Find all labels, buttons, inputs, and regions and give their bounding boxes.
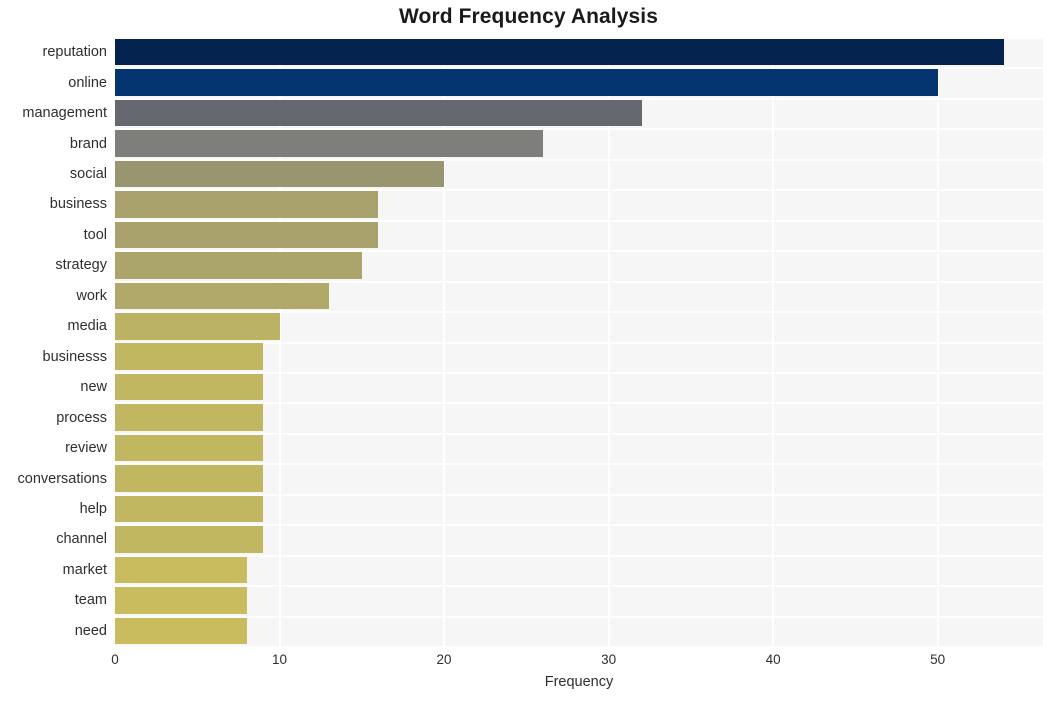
y-axis-tick-label: business — [49, 196, 107, 213]
x-axis-tick-label: 30 — [601, 652, 617, 667]
y-axis-tick-label: tool — [83, 226, 107, 243]
y-axis-tick-label: work — [76, 287, 107, 304]
y-axis-tick-labels: reputation online management brand social bus… — [0, 0, 1057, 701]
y-axis-tick-label: help — [79, 500, 107, 517]
y-axis-tick-label: new — [80, 379, 107, 396]
y-axis-tick-label: strategy — [55, 257, 107, 274]
y-axis-tick-label: process — [56, 409, 107, 426]
y-axis-tick-label: channel — [56, 531, 107, 548]
y-axis-tick-label: conversations — [17, 470, 107, 487]
x-axis-tick-label: 50 — [930, 652, 946, 667]
chart-figure: Word Frequency Analysis reputation online… — [0, 0, 1057, 701]
y-axis-tick-label: review — [65, 440, 107, 457]
y-axis-tick-label: online — [68, 74, 107, 91]
x-axis-tick-label: 40 — [765, 652, 781, 667]
x-axis-tick-label: 20 — [436, 652, 452, 667]
y-axis-tick-label: management — [22, 105, 107, 122]
y-axis-tick-label: brand — [69, 135, 107, 152]
y-axis-tick-label: team — [74, 592, 107, 609]
y-axis-tick-label: social — [69, 166, 107, 183]
x-axis-tick-label: 10 — [272, 652, 288, 667]
y-axis-tick-label: businesss — [42, 348, 107, 365]
y-axis-tick-label: market — [62, 561, 107, 578]
x-axis-label: Frequency — [544, 674, 614, 690]
x-axis-tick-label: 0 — [111, 652, 119, 667]
y-axis-tick-label: reputation — [42, 44, 108, 61]
y-axis-tick-label: need — [74, 622, 107, 639]
y-axis-tick-label: media — [67, 318, 108, 335]
